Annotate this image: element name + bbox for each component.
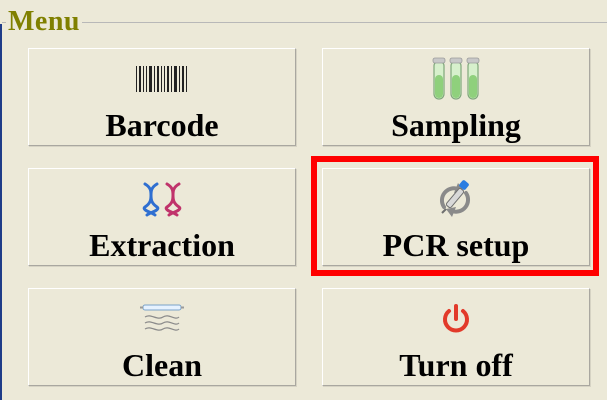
dna-icon [29, 179, 295, 219]
turn-off-label: Turn off [399, 347, 513, 383]
menu-title: Menu [6, 6, 82, 38]
pcr-setup-button[interactable]: PCR setup [322, 168, 590, 266]
menu-panel: Menu Barcode Sampling Extraction PCR set… [0, 0, 607, 400]
group-border [2, 22, 607, 23]
barcode-button[interactable]: Barcode [28, 48, 296, 146]
turn-off-button[interactable]: Turn off [322, 288, 590, 386]
barcode-label: Barcode [105, 107, 219, 143]
clean-button[interactable]: Clean [28, 288, 296, 386]
uv-lamp-icon [29, 299, 295, 339]
window-edge [0, 24, 2, 400]
pipette-refresh-icon [323, 179, 589, 219]
extraction-button[interactable]: Extraction [28, 168, 296, 266]
clean-label: Clean [122, 347, 202, 383]
power-icon [323, 299, 589, 339]
sampling-button[interactable]: Sampling [322, 48, 590, 146]
sampling-label: Sampling [391, 107, 521, 143]
extraction-label: Extraction [89, 227, 235, 263]
barcode-icon [29, 59, 295, 99]
pcr-setup-label: PCR setup [382, 227, 530, 263]
test-tubes-icon [323, 57, 589, 100]
